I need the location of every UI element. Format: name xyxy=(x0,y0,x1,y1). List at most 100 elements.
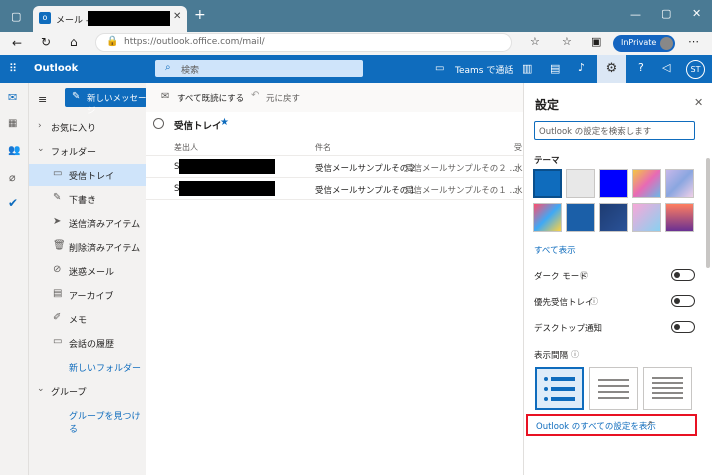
column-received[interactable]: 受 xyxy=(514,142,522,153)
groups-header[interactable]: ⌄ グループ xyxy=(29,380,146,402)
tab-actions-icon[interactable]: ▢ xyxy=(11,10,21,23)
maximize-icon[interactable]: ▢ xyxy=(661,7,671,20)
folder-item-inbox[interactable]: ▭ 受信トレイ xyxy=(29,164,146,186)
new-folder-link[interactable]: 新しいフォルダー xyxy=(29,356,146,378)
scrollbar-thumb[interactable] xyxy=(706,158,710,268)
folder-item-conversation-history[interactable]: ▭ 会話の履歴 xyxy=(29,332,146,354)
density-medium-option[interactable] xyxy=(589,367,638,410)
settings-search-input[interactable]: Outlook の設定を検索します xyxy=(534,121,695,140)
my-day-icon[interactable]: ▤ xyxy=(550,62,560,75)
minimize-icon[interactable]: — xyxy=(630,8,641,21)
theme-circuit[interactable] xyxy=(566,203,595,232)
tab-title: メール - xyxy=(56,16,90,26)
dark-mode-toggle[interactable] xyxy=(671,269,695,281)
search-placeholder: 検索 xyxy=(181,66,200,76)
collections-icon[interactable]: ▣ xyxy=(591,35,601,48)
column-header-row: 差出人 件名 受 xyxy=(146,138,523,156)
help-icon[interactable]: ? xyxy=(638,61,644,74)
back-icon[interactable]: ← xyxy=(12,36,22,50)
office-icon[interactable]: ▥ xyxy=(522,62,532,75)
address-bar[interactable]: 🔒 https://outlook.office.com/mail/ xyxy=(95,33,512,52)
pencil-icon: ✎ xyxy=(53,192,62,203)
calendar-icon[interactable]: ▦ xyxy=(8,118,17,129)
folder-item-junk[interactable]: ⊘ 迷惑メール xyxy=(29,260,146,282)
theme-unicorn[interactable] xyxy=(533,203,562,232)
redacted-tab-title xyxy=(88,11,170,26)
row-date: 水 xyxy=(514,164,523,174)
external-link-icon: ↗ xyxy=(646,419,653,428)
table-row[interactable]: S 受信メールサンプルその１ 受信メールサンプルその１ ... 水 xyxy=(146,178,523,200)
star-icon[interactable]: ★ xyxy=(220,117,229,128)
density-compact-option[interactable] xyxy=(643,367,692,410)
redacted-sender xyxy=(179,181,275,196)
close-icon[interactable]: ✕ xyxy=(694,96,703,109)
desktop-notifications-toggle[interactable] xyxy=(671,321,695,333)
refresh-icon[interactable]: ↻ xyxy=(41,35,51,49)
close-tab-icon[interactable]: ✕ xyxy=(173,11,181,22)
theme-blue[interactable] xyxy=(533,169,562,198)
new-message-button[interactable]: ✎ 新しいメッセージ xyxy=(65,88,147,116)
folder-item-deleted[interactable]: 🗑 削除済みアイテム xyxy=(29,236,146,258)
mail-icon[interactable]: ✉ xyxy=(8,91,17,104)
favorites-header[interactable]: › お気に入り xyxy=(29,116,146,138)
todo-icon[interactable]: ✔ xyxy=(8,196,18,210)
folder-item-archive[interactable]: ▤ アーカイブ xyxy=(29,284,146,306)
profile-avatar xyxy=(660,37,673,50)
select-all-checkbox[interactable] xyxy=(153,118,164,129)
feedback-icon[interactable]: ◁ xyxy=(662,61,670,74)
add-favorite-icon[interactable]: ☆ xyxy=(530,35,540,48)
user-avatar[interactable]: ST xyxy=(686,60,705,79)
folder-item-notes[interactable]: ✐ メモ xyxy=(29,308,146,330)
theme-lavender[interactable] xyxy=(665,169,694,198)
theme-sunset[interactable] xyxy=(665,203,694,232)
teams-call-label[interactable]: Teams で通話 xyxy=(455,63,513,76)
app-launcher-icon[interactable]: ⠿ xyxy=(9,62,17,75)
hamburger-icon[interactable]: ≡ xyxy=(38,93,47,106)
people-icon[interactable]: 👥 xyxy=(8,145,20,156)
lock-icon: 🔒 xyxy=(106,36,119,47)
info-icon[interactable]: ⓘ xyxy=(592,322,600,333)
attach-icon[interactable]: ⌀ xyxy=(9,171,16,184)
density-full-option[interactable] xyxy=(535,367,584,410)
column-subject[interactable]: 件名 xyxy=(315,142,331,153)
home-icon[interactable]: ⌂ xyxy=(70,35,78,49)
show-all-themes-link[interactable]: すべて表示 xyxy=(534,244,576,256)
folder-item-sent[interactable]: ➤ 送信済みアイテム xyxy=(29,212,146,234)
inprivate-badge[interactable]: InPrivate xyxy=(613,35,675,52)
theme-pastel[interactable] xyxy=(632,203,661,232)
message-list: 受信トレイ ★ 差出人 件名 受 S 受信メールサンプルその２ 受信メールサンプ… xyxy=(146,112,523,475)
gear-icon[interactable]: ⚙ xyxy=(597,55,626,83)
folder-item-drafts[interactable]: ✎ 下書き xyxy=(29,188,146,210)
mark-all-read-button[interactable]: すべて既読にする xyxy=(177,92,244,104)
theme-royal-blue[interactable] xyxy=(599,169,628,198)
favorites-icon[interactable]: ☆ xyxy=(562,35,572,48)
new-tab-icon[interactable]: + xyxy=(194,7,206,23)
find-groups-link[interactable]: グループを見つける xyxy=(29,404,146,435)
folders-header[interactable]: ⌄ フォルダー xyxy=(29,140,146,162)
undo-button[interactable]: 元に戻す xyxy=(266,92,300,104)
focused-inbox-toggle[interactable] xyxy=(671,295,695,307)
info-icon[interactable]: ⓘ xyxy=(580,270,588,281)
more-icon[interactable]: ⋯ xyxy=(688,35,699,48)
envelope-open-icon: ✉ xyxy=(161,91,170,102)
theme-rainbow[interactable] xyxy=(632,169,661,198)
bell-icon[interactable]: ♪ xyxy=(578,61,585,74)
folder-title: 受信トレイ xyxy=(174,121,222,132)
close-window-icon[interactable]: ✕ xyxy=(692,7,701,20)
search-input[interactable]: ⌕ 検索 xyxy=(155,60,363,77)
view-all-settings-link[interactable]: Outlook のすべての設定を表示 ↗ xyxy=(526,414,697,436)
theme-light-gray[interactable] xyxy=(566,169,595,198)
info-icon[interactable]: ⓘ xyxy=(571,349,579,360)
browser-tab[interactable]: o メール - ✕ xyxy=(33,6,187,32)
brand-name: Outlook xyxy=(34,63,79,74)
settings-scrollbar[interactable] xyxy=(706,158,710,408)
trash-icon: 🗑 xyxy=(53,240,66,251)
column-from[interactable]: 差出人 xyxy=(174,142,198,153)
info-icon[interactable]: ⓘ xyxy=(590,296,598,307)
theme-heading: テーマ xyxy=(534,156,560,166)
chevron-down-icon: ⌄ xyxy=(37,384,45,394)
theme-ocean[interactable] xyxy=(599,203,628,232)
video-call-icon[interactable]: ▭ xyxy=(435,63,444,74)
table-row[interactable]: S 受信メールサンプルその２ 受信メールサンプルその２ ... 水 xyxy=(146,156,523,178)
density-full-icon xyxy=(544,377,575,401)
